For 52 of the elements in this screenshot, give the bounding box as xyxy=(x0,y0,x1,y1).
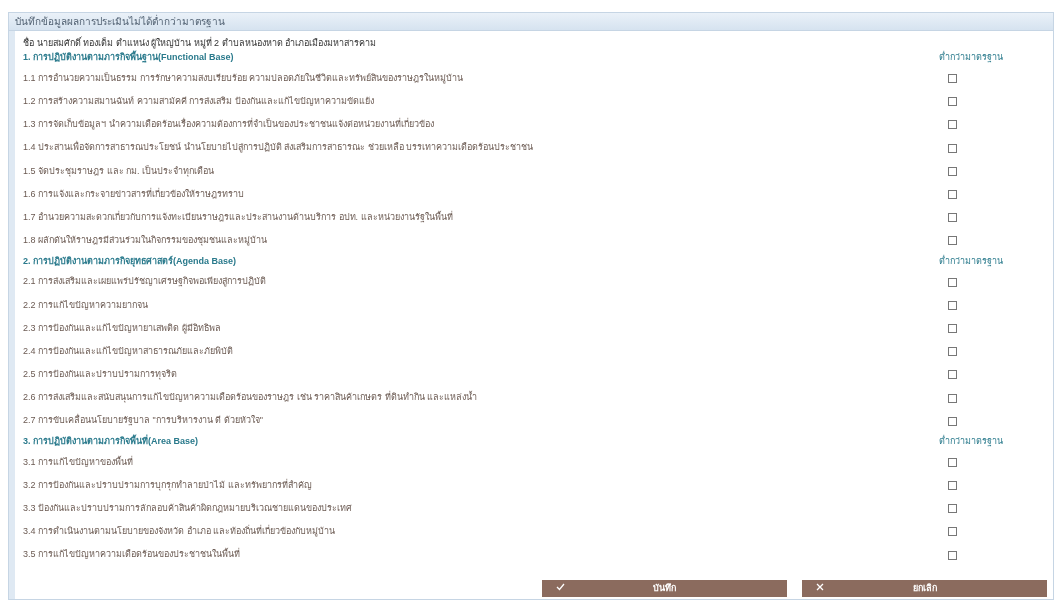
criterion-text: 1.3 การจัดเก็บข้อมูลฯ นำความเดือดร้อนเรื่องความต้องการที่จำเป็นของประชาชนแจ้งต่อหน่วยงานที่เกี่ยวข้อง xyxy=(23,118,435,132)
criterion-text: 1.4 ประสานเพื่อจัดการสาธารณประโยชน์ นำนโยบายไปสู่การปฏิบัติ ส่งเสริมการสาธารณะ ช่วยเหลือ บรรเทาความเดือดร้อนประชาชน xyxy=(23,141,534,155)
criterion-text: 1.1 การอำนวยความเป็นธรรม การรักษาความสงบเรียบร้อย ความปลอดภัยในชีวิตและทรัพย์สินของราษฎรในหมู่บ้าน xyxy=(23,71,464,86)
checkbox[interactable] xyxy=(948,190,957,200)
column-header: ต่ำกว่ามาตรฐาน xyxy=(939,435,1004,449)
person-info: ชื่อ นายสมศักดิ์ ทองเต็ม ตำแหน่ง ผู้ใหญ่บ้าน หมู่ที่ 2 ตำบลหนองหาด อำเภอเมืองมหาสารคาม xyxy=(23,37,377,49)
checkbox[interactable] xyxy=(948,74,957,84)
criterion-text: 1.6 การแจ้งและกระจายข่าวสารที่เกี่ยวข้องให้ราษฎรทราบ xyxy=(23,187,245,201)
criterion-text: 2.1 การส่งเสริมและเผยแพร่ปรัชญาเศรษฐกิจพอเพียงสู่การปฏิบัติ xyxy=(23,275,267,289)
close-icon xyxy=(816,583,824,591)
checkbox[interactable] xyxy=(948,300,957,310)
check-icon xyxy=(556,583,565,591)
checkbox[interactable] xyxy=(948,120,957,130)
checkbox[interactable] xyxy=(948,213,957,223)
checkbox[interactable] xyxy=(948,550,957,560)
criterion-text: 2.4 การป้องกันและแก้ไขปัญหาสาธารณภัยและภัยพิบัติ xyxy=(23,344,234,358)
checkbox[interactable] xyxy=(948,416,957,426)
criterion-text: 2.3 การป้องกันและแก้ไขปัญหายาเสพติด ผู้มีอิทธิพล xyxy=(23,321,222,336)
checkbox[interactable] xyxy=(948,166,957,176)
checkbox[interactable] xyxy=(948,97,957,107)
panel-title: บันทึกข้อมูลผลการประเมินไม่ได้ต่ำกว่ามาตรฐาน xyxy=(9,13,1053,31)
checkbox[interactable] xyxy=(948,527,957,537)
checkbox[interactable] xyxy=(948,143,957,153)
checkbox[interactable] xyxy=(948,347,957,357)
checkbox[interactable] xyxy=(948,393,957,403)
criterion-text: 3.1 การแก้ไขปัญหาของพื้นที่ xyxy=(23,455,134,469)
criterion-text: 2.5 การป้องกันและปราบปรามการทุจริต xyxy=(23,368,178,382)
checkbox[interactable] xyxy=(948,277,957,287)
save-button[interactable]: บันทึก xyxy=(542,580,787,597)
section-heading: 1. การปฏิบัติงานตามภารกิจพื้นฐาน(Functional Base) xyxy=(23,51,235,65)
checkbox[interactable] xyxy=(948,504,957,514)
checkbox[interactable] xyxy=(948,481,957,491)
column-header: ต่ำกว่ามาตรฐาน xyxy=(939,51,1004,65)
cancel-button[interactable]: ยกเลิก xyxy=(802,580,1047,597)
criterion-text: 1.5 จัดประชุมราษฎร และ กม. เป็นประจำทุกเดือน xyxy=(23,164,215,179)
section-heading: 2. การปฏิบัติงานตามภารกิจยุทธศาสตร์(Agenda Base) xyxy=(23,254,238,269)
checkbox[interactable] xyxy=(948,457,957,467)
criterion-text: 2.6 การส่งเสริมและสนับสนุนการแก้ไขปัญหาความเดือดร้อนของราษฎร เช่น ราคาสินค้าเกษตร ที่ดินทำกิน และแหล่งน้ำ xyxy=(23,391,478,405)
checkbox[interactable] xyxy=(948,370,957,380)
criterion-text: 1.2 การสร้างความสมานฉันท์ ความสามัคคี การส่งเสริม ป้องกันและแก้ไขปัญหาความขัดแย้ง xyxy=(23,95,375,109)
criterion-text: 3.4 การดำเนินงานตามนโยบายของจังหวัด อำเภอ และท้องถิ่นที่เกี่ยวข้องกับหมู่บ้าน xyxy=(23,525,336,539)
section-heading: 3. การปฏิบัติงานตามภารกิจพื้นที่(Area Base) xyxy=(23,435,200,449)
criterion-text: 2.2 การแก้ไขปัญหาความยากจน xyxy=(23,298,149,312)
criterion-text: 3.2 การป้องกันและปราบปรามการบุกรุกทำลายป่าไม้ และทรัพยากรที่สำคัญ xyxy=(23,478,313,493)
checkbox[interactable] xyxy=(948,323,957,333)
checkbox[interactable] xyxy=(948,236,957,246)
criterion-text: 3.3 ป้องกันและปราบปรามการลักลอบค้าสินค้าผิดกฎหมายบริเวณชายแดนของประเทศ xyxy=(23,502,353,516)
criterion-text: 1.8 ผลักดันให้ราษฎรมีส่วนร่วมในกิจกรรมของชุมชนและหมู่บ้าน xyxy=(23,234,268,248)
criterion-text: 3.5 การแก้ไขปัญหาความเดือดร้อนของประชาชนในพื้นที่ xyxy=(23,548,241,562)
column-header: ต่ำกว่ามาตรฐาน xyxy=(939,254,1004,269)
criterion-text: 1.7 อำนวยความสะดวกเกี่ยวกับการแจ้งทะเบียนราษฎรและประสานงานด้านบริการ อปท. และหน่วยงานรัฐในพื้นที่ xyxy=(23,210,454,225)
criterion-text: 2.7 การขับเคลื่อนนโยบายรัฐบาล "การบริหารงาน ดี ด้วยหัวใจ" xyxy=(23,414,264,428)
